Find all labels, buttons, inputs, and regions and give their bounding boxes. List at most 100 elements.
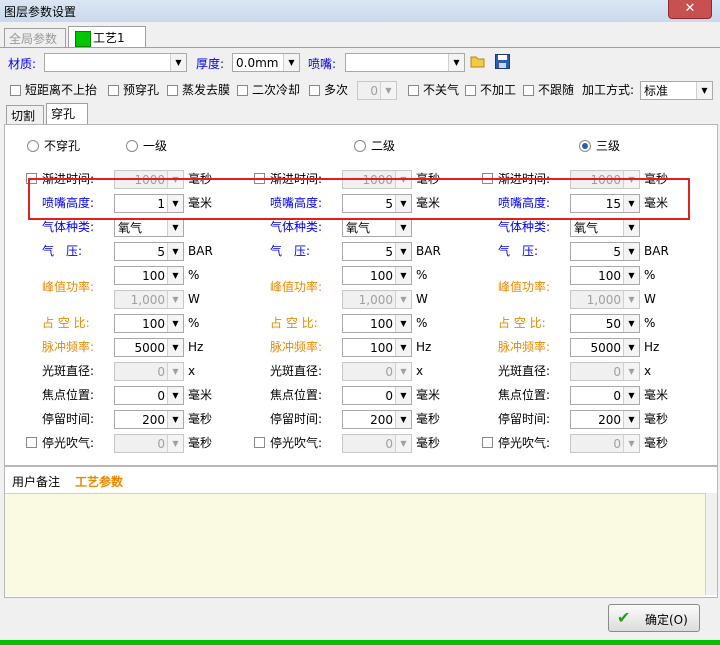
- peakv-spinner[interactable]: 1,000 ▼: [570, 290, 640, 309]
- focus-spinner[interactable]: 0 ▼: [114, 386, 184, 405]
- level-3-radio[interactable]: [579, 140, 591, 152]
- no-follow-checkbox[interactable]: [523, 85, 534, 96]
- blow-spinner[interactable]: 0 ▼: [342, 434, 412, 453]
- spot-spinner[interactable]: 0 ▼: [114, 362, 184, 381]
- level-1-radio[interactable]: [126, 140, 138, 152]
- blow-checkbox[interactable]: [254, 437, 265, 448]
- pre-pierce-checkbox[interactable]: [108, 85, 119, 96]
- no-gas-off-checkbox[interactable]: [408, 85, 419, 96]
- duty-spinner[interactable]: 100 ▼: [342, 314, 412, 333]
- no-gas-off-label: 不关气: [423, 83, 460, 97]
- chevron-down-icon: ▼: [395, 267, 411, 284]
- gas-select[interactable]: 氧气 ▼: [570, 218, 640, 237]
- gas-label: 气体种类:: [42, 220, 95, 234]
- open-folder-icon[interactable]: [470, 53, 486, 69]
- focus-spinner[interactable]: 0 ▼: [342, 386, 412, 405]
- multi-count-spinner[interactable]: 0 ▼: [357, 81, 397, 100]
- chevron-down-icon: ▼: [696, 82, 712, 99]
- nozzle-spinner[interactable]: 5 ▼: [342, 194, 412, 213]
- focus-value: 0: [613, 389, 621, 403]
- level-none-radio[interactable]: [27, 140, 39, 152]
- tab-process-1[interactable]: 工艺1: [68, 26, 146, 48]
- dwell-spinner[interactable]: 200 ▼: [342, 410, 412, 429]
- tab-user-notes[interactable]: 用户备注: [12, 473, 60, 490]
- pressure-spinner[interactable]: 5 ▼: [114, 242, 184, 261]
- duty-spinner[interactable]: 100 ▼: [114, 314, 184, 333]
- duty-spinner[interactable]: 50 ▼: [570, 314, 640, 333]
- chevron-down-icon: ▼: [167, 387, 183, 404]
- blow-checkbox[interactable]: [482, 437, 493, 448]
- blow-checkbox[interactable]: [26, 437, 37, 448]
- ramp-checkbox[interactable]: [26, 173, 37, 184]
- tab-process-params[interactable]: 工艺参数: [75, 473, 123, 490]
- material-select[interactable]: ▼: [44, 53, 187, 72]
- chevron-down-icon: ▼: [167, 267, 183, 284]
- chevron-down-icon: ▼: [623, 291, 639, 308]
- save-icon[interactable]: [495, 54, 510, 69]
- level-1-label: 一级: [143, 139, 168, 153]
- chevron-down-icon: ▼: [167, 219, 183, 236]
- ok-button[interactable]: ✔ 确定(O): [608, 604, 700, 632]
- blow-spinner[interactable]: 0 ▼: [570, 434, 640, 453]
- ramp-checkbox[interactable]: [254, 173, 265, 184]
- tab-pierce[interactable]: 穿孔: [46, 103, 88, 125]
- nozzle-spinner[interactable]: 1 ▼: [114, 194, 184, 213]
- tab-label: 穿孔: [51, 107, 76, 121]
- close-button[interactable]: ✕: [668, 0, 712, 19]
- ramp-spinner[interactable]: 1000 ▼: [342, 170, 412, 189]
- tab-divider: [0, 47, 720, 48]
- gas-value: 氧气: [346, 221, 371, 235]
- notes-scrollbar[interactable]: [705, 493, 717, 595]
- second-cool-checkbox[interactable]: [237, 85, 248, 96]
- tab-global-params[interactable]: 全局参数: [4, 28, 66, 48]
- dwell-spinner[interactable]: 200 ▼: [114, 410, 184, 429]
- chevron-down-icon: ▼: [623, 243, 639, 260]
- focus-spinner[interactable]: 0 ▼: [570, 386, 640, 405]
- nozzle-label: 喷嘴:: [308, 57, 337, 71]
- spot-spinner[interactable]: 0 ▼: [570, 362, 640, 381]
- power-spinner[interactable]: 100 ▼: [114, 266, 184, 285]
- pressure-label: 气 压:: [270, 244, 311, 258]
- spot-unit: x: [644, 364, 652, 378]
- no-process-checkbox[interactable]: [465, 85, 476, 96]
- pulse-value: 5000: [134, 341, 165, 355]
- dwell-spinner[interactable]: 200 ▼: [570, 410, 640, 429]
- short-no-lift-checkbox[interactable]: [10, 85, 21, 96]
- power-value: 100: [370, 269, 393, 283]
- process-mode-select[interactable]: 标准 ▼: [640, 81, 713, 100]
- peak-label: 峰值功率:: [270, 280, 323, 294]
- level-2-radio[interactable]: [354, 140, 366, 152]
- dwell-value: 200: [370, 413, 393, 427]
- level-none-label: 不穿孔: [44, 139, 81, 153]
- ramp-checkbox[interactable]: [482, 173, 493, 184]
- ramp-spinner[interactable]: 1000 ▼: [570, 170, 640, 189]
- user-notes-textarea[interactable]: [5, 493, 705, 596]
- blow-value: 0: [157, 437, 165, 451]
- peakv-spinner[interactable]: 1,000 ▼: [114, 290, 184, 309]
- blow-spinner[interactable]: 0 ▼: [114, 434, 184, 453]
- nozzle-select[interactable]: ▼: [345, 53, 465, 72]
- power-unit: %: [416, 268, 428, 282]
- tab-cut[interactable]: 切割: [6, 105, 44, 125]
- pulse-spinner[interactable]: 5000 ▼: [570, 338, 640, 357]
- chevron-down-icon: ▼: [623, 219, 639, 236]
- pulse-spinner[interactable]: 5000 ▼: [114, 338, 184, 357]
- ramp-spinner[interactable]: 1000 ▼: [114, 170, 184, 189]
- power-spinner[interactable]: 100 ▼: [570, 266, 640, 285]
- pressure-spinner[interactable]: 5 ▼: [342, 242, 412, 261]
- nozzle-spinner[interactable]: 15 ▼: [570, 194, 640, 213]
- thickness-select[interactable]: 0.0mm ▼: [232, 53, 300, 72]
- evaporate-checkbox[interactable]: [167, 85, 178, 96]
- pulse-spinner[interactable]: 100 ▼: [342, 338, 412, 357]
- spot-value: 0: [613, 365, 621, 379]
- pressure-spinner[interactable]: 5 ▼: [570, 242, 640, 261]
- power-spinner[interactable]: 100 ▼: [342, 266, 412, 285]
- spot-spinner[interactable]: 0 ▼: [342, 362, 412, 381]
- gas-select[interactable]: 氧气 ▼: [342, 218, 412, 237]
- gas-label: 气体种类:: [270, 220, 323, 234]
- check-icon: ✔: [617, 608, 631, 627]
- multi-checkbox[interactable]: [309, 85, 320, 96]
- gas-select[interactable]: 氧气 ▼: [114, 218, 184, 237]
- pre-pierce-label: 预穿孔: [123, 83, 160, 97]
- peakv-spinner[interactable]: 1,000 ▼: [342, 290, 412, 309]
